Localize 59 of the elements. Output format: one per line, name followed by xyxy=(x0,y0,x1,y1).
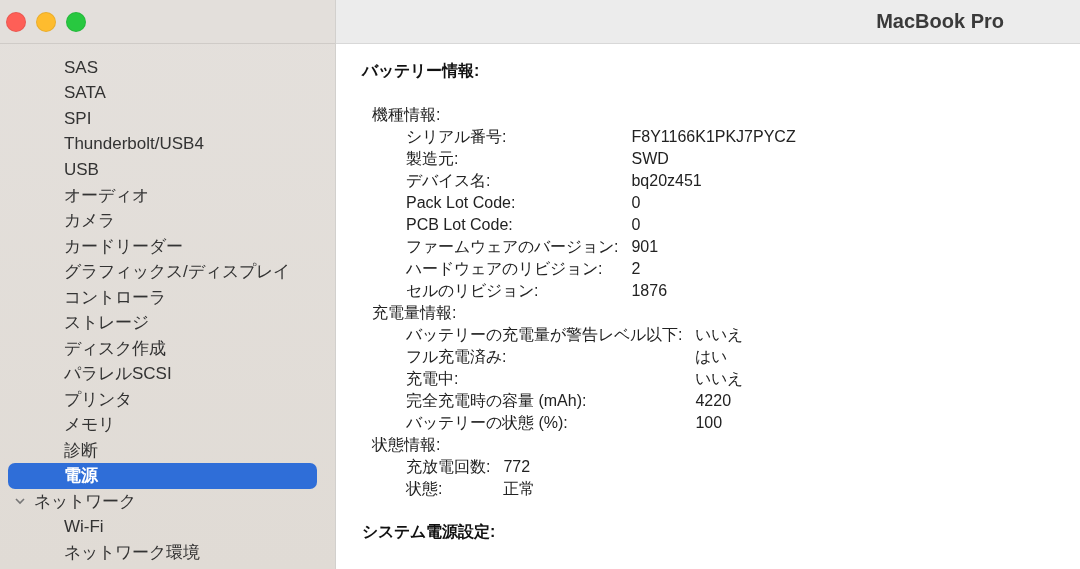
sidebar-item[interactable]: カードリーダー xyxy=(8,233,317,259)
sidebar-item[interactable]: カメラ xyxy=(8,208,317,234)
property-value: いいえ xyxy=(695,325,744,345)
group-heading: 機種情報: xyxy=(372,105,442,125)
group-heading: 充電量情報: xyxy=(372,303,458,323)
sidebar-item[interactable]: USB xyxy=(8,157,317,183)
property-label: フル充電済み: xyxy=(406,347,508,367)
property-label: バッテリーの充電量が警告レベル以下: xyxy=(406,325,683,345)
property-value: bq20z451 xyxy=(631,171,703,191)
property-label: 充電中: xyxy=(406,369,460,389)
section-heading: バッテリー情報: xyxy=(362,61,481,81)
sidebar-item[interactable]: 電源 xyxy=(8,463,317,489)
property-label: ハードウェアのリビジョン: xyxy=(406,259,604,279)
zoom-button[interactable] xyxy=(66,11,86,32)
sidebar-item[interactable]: ネットワーク環境 xyxy=(8,539,317,565)
sidebar-item[interactable]: コントローラ xyxy=(8,284,317,310)
sidebar-item[interactable]: Wi-Fi xyxy=(8,514,317,540)
property-value: 4220 xyxy=(695,391,733,411)
property-label: シリアル番号: xyxy=(406,127,508,147)
sidebar-item[interactable]: ネットワーク xyxy=(8,488,317,514)
property-value: はい xyxy=(695,347,729,367)
property-label: Pack Lot Code: xyxy=(406,193,517,213)
close-button[interactable] xyxy=(6,11,26,32)
sidebar-item[interactable]: グラフィックス/ディスプレイ xyxy=(8,259,317,285)
property-value: SWD xyxy=(631,149,670,169)
sidebar-item[interactable]: SPI xyxy=(8,106,317,132)
property-label: 状態: xyxy=(406,479,444,499)
property-label: 製造元: xyxy=(406,149,460,169)
sidebar-item[interactable]: オーディオ xyxy=(8,182,317,208)
property-value: 0 xyxy=(631,193,642,213)
property-label: 完全充電時の容量 (mAh): xyxy=(406,391,588,411)
minimize-button[interactable] xyxy=(36,11,56,32)
sidebar-item[interactable]: SATA xyxy=(8,80,317,106)
sidebar-item[interactable]: パラレルSCSI xyxy=(8,361,317,387)
property-value: いいえ xyxy=(695,369,744,389)
property-value: F8Y1166K1PKJ7PYCZ xyxy=(631,127,796,147)
property-value: 100 xyxy=(695,413,724,433)
sidebar-item[interactable]: プリンタ xyxy=(8,386,317,412)
sidebar-item[interactable]: メモリ xyxy=(8,412,317,438)
property-value: 2 xyxy=(631,259,642,279)
property-label: PCB Lot Code: xyxy=(406,215,514,235)
property-label: セルのリビジョン: xyxy=(406,281,540,301)
sidebar-item[interactable]: 診断 xyxy=(8,437,317,463)
property-value: 1876 xyxy=(631,281,669,301)
sidebar-item[interactable]: ディスク作成 xyxy=(8,335,317,361)
sidebar-item[interactable]: ストレージ xyxy=(8,310,317,336)
section-heading: システム電源設定: xyxy=(362,522,497,542)
property-value: 正常 xyxy=(503,479,536,499)
sidebar-item[interactable]: SAS xyxy=(8,55,317,81)
group-heading: 状態情報: xyxy=(372,435,442,455)
property-value: 901 xyxy=(631,237,660,257)
property-label: 充放電回数: xyxy=(406,457,491,477)
property-label: デバイス名: xyxy=(406,171,492,191)
property-label: バッテリーの状態 (%): xyxy=(406,413,569,433)
property-label: ファームウェアのバージョン: xyxy=(406,237,619,257)
window-title: MacBook Pro xyxy=(876,10,1004,33)
property-value: 0 xyxy=(631,215,642,235)
sidebar-item[interactable]: Thunderbolt/USB4 xyxy=(8,131,317,157)
property-value: 772 xyxy=(503,457,532,477)
